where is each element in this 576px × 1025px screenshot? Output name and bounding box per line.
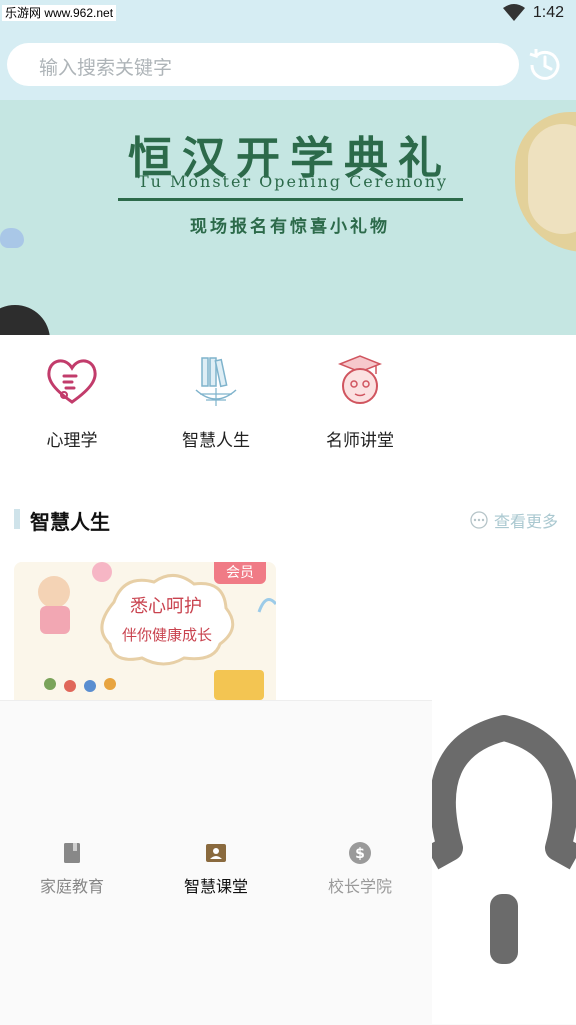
- banner-tagline: 现场报名有惊喜小礼物: [190, 217, 390, 237]
- member-badge: 会员: [214, 562, 266, 584]
- tab-label: 家庭教育: [39, 877, 104, 896]
- category-label: 名师讲堂: [326, 431, 394, 451]
- status-time: 1:42: [532, 4, 564, 21]
- course-card[interactable]: 悉心呵护 伴你健康成长 会员: [14, 562, 276, 700]
- status-icons: 1:42: [502, 4, 564, 22]
- search-input[interactable]: 输入搜索关键字: [7, 43, 519, 86]
- book-icon: [64, 843, 80, 863]
- profile-overlay[interactable]: [432, 700, 576, 1024]
- status-bar: 乐游网 www.962.net 1:42: [0, 0, 576, 30]
- section-title: 智慧人生: [30, 510, 110, 534]
- banner-decoration: [528, 124, 576, 234]
- svg-text:$: $: [355, 846, 365, 862]
- section-header: 智慧人生 查看更多: [0, 500, 576, 540]
- teacher-avatar-icon: [337, 355, 383, 404]
- tab-label: 智慧课堂: [183, 877, 248, 896]
- category-wisdom-life[interactable]: 智慧人生: [144, 350, 288, 451]
- card-caption-line1: 悉心呵护: [130, 596, 202, 617]
- cloud-decoration: [0, 228, 24, 248]
- search-placeholder: 输入搜索关键字: [39, 57, 173, 79]
- promo-banner[interactable]: 恒汉开学典礼 Tu Monster Opening Ceremony 现场报名有…: [0, 100, 576, 335]
- section-marker: [14, 509, 20, 529]
- banner-divider: [118, 198, 463, 201]
- card-caption-line2: 伴你健康成长: [122, 626, 212, 644]
- tab-principal-academy[interactable]: $ 校长学院: [288, 841, 432, 897]
- history-icon[interactable]: [524, 45, 564, 85]
- category-psychology[interactable]: 心理学: [0, 350, 144, 451]
- category-row: 心理学 智慧人生 名师讲堂: [0, 335, 576, 455]
- view-more-label: 查看更多: [494, 512, 559, 531]
- wifi-icon: [502, 4, 525, 21]
- header: 输入搜索关键字: [0, 30, 576, 100]
- tab-family-education[interactable]: 家庭教育: [0, 841, 144, 897]
- category-label: 心理学: [46, 431, 98, 451]
- profile-icon: [432, 715, 576, 964]
- category-teacher-lecture[interactable]: 名师讲堂: [288, 350, 432, 451]
- watermark: 乐游网 www.962.net: [2, 5, 117, 21]
- banner-decoration: [0, 305, 50, 335]
- dollar-coin-icon: $: [349, 842, 371, 864]
- profile-card-icon: [206, 844, 226, 862]
- banner-subtitle: Tu Monster Opening Ceremony: [137, 172, 449, 191]
- category-label: 智慧人生: [182, 431, 250, 451]
- more-dots-icon: [470, 511, 488, 529]
- tab-label: 校长学院: [327, 877, 392, 896]
- heart-stethoscope-icon: [47, 359, 97, 404]
- view-more-link[interactable]: 查看更多: [470, 508, 558, 532]
- books-globe-icon: [195, 357, 237, 406]
- tab-smart-classroom[interactable]: 智慧课堂: [144, 841, 288, 897]
